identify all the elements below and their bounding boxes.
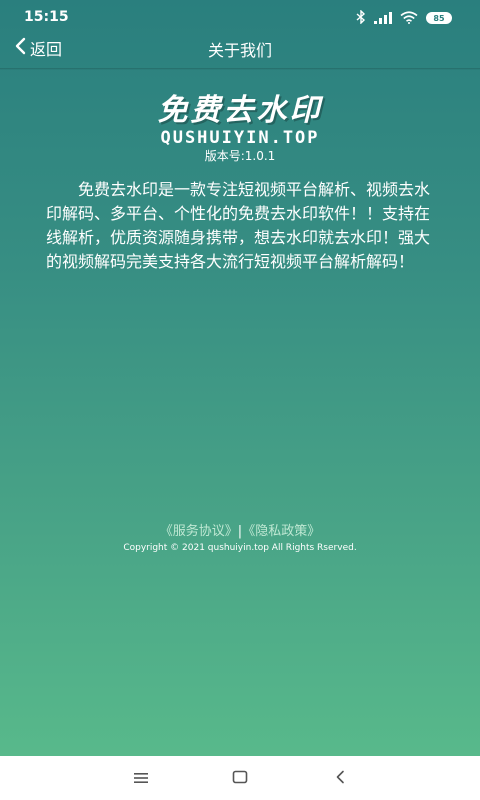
status-time: 15:15 xyxy=(24,9,69,25)
menu-button[interactable] xyxy=(129,766,153,790)
top-nav-bar: 返回 关于我们 xyxy=(0,36,480,70)
privacy-policy-link[interactable]: 《隐私政策》 xyxy=(242,524,320,539)
home-button[interactable] xyxy=(228,766,252,790)
back-icon xyxy=(335,769,345,788)
status-bar: 15:15 85 xyxy=(0,0,480,36)
menu-icon xyxy=(133,769,149,788)
bluetooth-icon xyxy=(356,8,366,28)
system-back-button[interactable] xyxy=(328,766,352,790)
nav-divider xyxy=(0,68,480,70)
logo-domain: QUSHUIYIN.TOP xyxy=(160,128,320,148)
wifi-icon xyxy=(400,9,418,28)
logo-title: 免费去水印 xyxy=(157,93,323,128)
about-screen: 15:15 85 返回 关于我们 免费去水印 QUSHUIYIN.TOP 版本号… xyxy=(0,0,480,800)
version-label: 版本号:1.0.1 xyxy=(204,149,276,163)
battery-icon: 85 xyxy=(426,12,452,24)
cellular-signal-icon xyxy=(374,9,392,28)
system-nav-bar xyxy=(0,756,480,800)
home-icon xyxy=(232,769,248,788)
app-description: 免费去水印是一款专注短视频平台解析、视频去水印解码、多平台、个性化的免费去水印软… xyxy=(46,180,431,271)
app-logo: 免费去水印 QUSHUIYIN.TOP xyxy=(0,93,480,149)
copyright-text: Copyright © 2021 qushuiyin.top All Right… xyxy=(123,543,357,553)
page-title: 关于我们 xyxy=(207,41,272,60)
service-agreement-link[interactable]: 《服务协议》 xyxy=(160,524,238,539)
policy-links: 《服务协议》|《隐私政策》 xyxy=(0,520,480,539)
status-icons: 85 xyxy=(356,8,452,28)
